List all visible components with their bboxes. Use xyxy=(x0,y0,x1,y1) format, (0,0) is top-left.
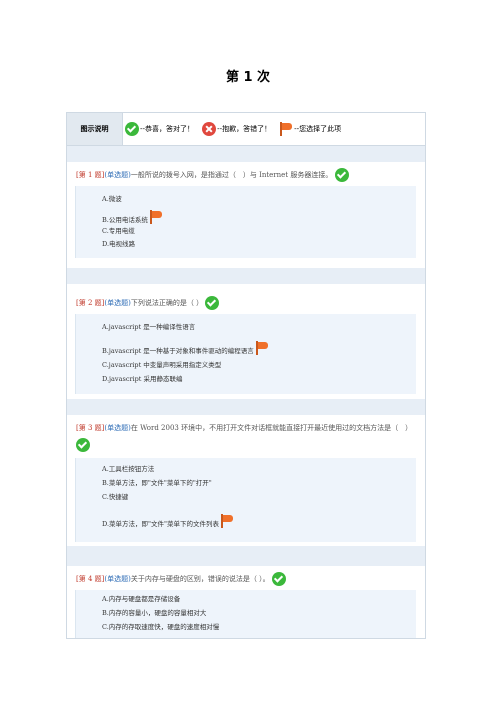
question-number: [第 3 题] xyxy=(76,424,105,432)
question-4: [第 4 题](单选题)关于内存与硬盘的区别，错误的说法是（ ）。 xyxy=(76,572,418,586)
options-3: A.工具栏按钮方法 B.菜单方法，即"文件"菜单下的"打开" C.快捷键 D.菜… xyxy=(75,458,416,542)
question-type: (单选题) xyxy=(104,299,131,307)
quiz-panel: [第 1 题](单选题)一般所说的拨号入网，是指通过（ ）与 Internet … xyxy=(66,146,426,639)
option-b: B.菜单方法，即"文件"菜单下的"打开" xyxy=(102,479,212,487)
band-separator xyxy=(67,399,425,415)
flag-icon xyxy=(149,210,163,224)
flag-icon xyxy=(255,341,269,355)
option-d: D.菜单方法，即"文件"菜单下的文件列表 xyxy=(102,514,234,529)
question-number: [第 1 题] xyxy=(76,171,105,179)
option-d: D.电视线路 xyxy=(102,240,136,248)
question-1: [第 1 题](单选题)一般所说的拨号入网，是指通过（ ）与 Internet … xyxy=(76,168,418,182)
check-icon xyxy=(76,438,90,452)
option-a: A.微波 xyxy=(102,195,122,203)
band-separator xyxy=(67,268,425,284)
check-icon xyxy=(334,168,349,182)
question-text: 在 Word 2003 环境中，不用打开文件对话框就能直接打开最近使用过的文档方… xyxy=(130,424,413,432)
option-c: C.内存的存取速度快，硬盘的速度相对慢 xyxy=(102,623,220,631)
option-c: C.javascript 中变量声明采用指定义类型 xyxy=(102,361,222,369)
legend-item-correct: --恭喜，答对了！ xyxy=(125,122,194,136)
band-top xyxy=(67,146,425,162)
options-4: A.内存与硬盘都是存储设备 B.内存的容量小，硬盘的容量相对大 C.内存的存取速… xyxy=(75,590,416,638)
option-a: A.javascript 是一种编译性语言 xyxy=(102,323,196,331)
options-1: A.微波 B.公用电话系统 C.专用电缆 D.电视线路 xyxy=(75,186,416,258)
question-text: 一般所说的拨号入网，是指通过（ ）与 Internet 服务器连接。 xyxy=(130,171,333,179)
option-text: B.公用电话系统 xyxy=(102,216,148,224)
flag-icon xyxy=(279,122,293,136)
question-number: [第 2 题] xyxy=(76,299,105,307)
legend-label-selected: --您选择了此项 xyxy=(294,125,342,133)
legend-panel: 图示说明 --恭喜，答对了！ --抱歉，答错了！ --您选择了此项 xyxy=(66,112,426,146)
option-text: B.javascript 是一种基于对象和事件驱动的编程语言 xyxy=(102,347,254,355)
question-type: (单选题) xyxy=(104,575,131,583)
legend-item-wrong: --抱歉，答错了！ xyxy=(202,122,271,136)
page-title: 第 1 次 xyxy=(225,70,271,85)
question-text: 下列说法正确的是（ ） xyxy=(130,299,204,307)
option-b: B.内存的容量小，硬盘的容量相对大 xyxy=(102,609,207,617)
question-type: (单选题) xyxy=(104,424,131,432)
option-c: C.专用电缆 xyxy=(102,227,135,235)
question-type: (单选题) xyxy=(104,171,131,179)
option-a: A.工具栏按钮方法 xyxy=(102,465,155,473)
cross-icon xyxy=(202,122,217,136)
check-icon xyxy=(125,122,139,136)
flag-icon xyxy=(220,514,234,528)
check-icon xyxy=(271,572,286,586)
option-b: B.javascript 是一种基于对象和事件驱动的编程语言 xyxy=(102,341,269,356)
legend-items: --恭喜，答对了！ --抱歉，答错了！ --您选择了此项 xyxy=(125,113,349,145)
option-a: A.内存与硬盘都是存储设备 xyxy=(102,595,181,603)
legend-label-correct: --恭喜，答对了！ xyxy=(140,125,195,133)
check-icon xyxy=(205,296,220,310)
legend-item-selected: --您选择了此项 xyxy=(279,122,341,136)
options-2: A.javascript 是一种编译性语言 B.javascript 是一种基于… xyxy=(75,314,416,394)
question-2: [第 2 题](单选题)下列说法正确的是（ ） xyxy=(76,296,418,310)
question-number: [第 4 题] xyxy=(76,575,105,583)
legend-label-wrong: --抱歉，答错了！ xyxy=(217,125,272,133)
option-d: D.javascript 采用静态联编 xyxy=(102,375,183,383)
option-text: D.菜单方法，即"文件"菜单下的文件列表 xyxy=(102,520,220,528)
band-separator xyxy=(67,546,425,566)
legend-header: 图示说明 xyxy=(67,113,123,145)
option-b: B.公用电话系统 xyxy=(102,210,163,225)
option-c: C.快捷键 xyxy=(102,493,129,501)
question-text: 关于内存与硬盘的区别，错误的说法是（ ）。 xyxy=(130,575,270,583)
question-3: [第 3 题](单选题)在 Word 2003 环境中，不用打开文件对话框就能直… xyxy=(76,422,418,452)
